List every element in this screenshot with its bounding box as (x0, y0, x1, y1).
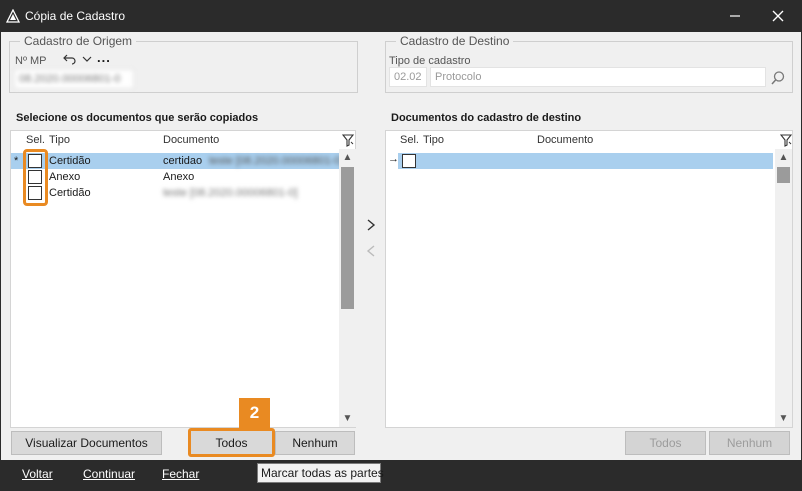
scroll-down-icon[interactable]: ▼ (775, 410, 792, 427)
scroll-up-icon[interactable]: ▲ (339, 149, 356, 166)
voltar-link[interactable]: Voltar (22, 467, 53, 481)
scroll-up-icon[interactable]: ▲ (775, 149, 792, 166)
undo-button[interactable] (63, 52, 77, 66)
close-button[interactable] (758, 0, 798, 32)
chevron-left-icon (366, 245, 375, 257)
tipo-code-field[interactable]: 02.02 (389, 67, 427, 87)
row-checkbox[interactable] (402, 154, 416, 168)
col-sel: Sel. (26, 134, 45, 146)
col-tipo: Tipo (423, 134, 444, 146)
tipo-cadastro-label: Tipo de cadastro (389, 55, 471, 67)
move-right-button[interactable] (363, 218, 379, 234)
mp-label: Nº MP (15, 55, 47, 67)
destination-grid-header: Sel. Tipo Documento (386, 131, 792, 149)
filter-icon[interactable] (342, 134, 354, 147)
scroll-thumb[interactable] (341, 167, 354, 309)
filter-icon[interactable] (780, 134, 792, 147)
app-logo-icon (6, 9, 20, 23)
table-row[interactable]: Anexo Anexo (11, 169, 339, 185)
tipo-name-field[interactable]: Protocolo (430, 67, 766, 87)
table-row[interactable]: * Certidão certidao teste [08.2020.00006… (11, 153, 344, 169)
row-tipo: Certidão (49, 187, 91, 199)
move-left-button[interactable] (363, 244, 379, 260)
destino-legend: Cadastro de Destino (396, 34, 514, 48)
table-row[interactable] (398, 153, 773, 169)
minimize-icon (730, 15, 740, 17)
window-title: Cópia de Cadastro (25, 9, 126, 23)
row-marker: → (388, 153, 399, 165)
right-panel-title: Documentos do cadastro de destino (391, 112, 582, 124)
chevron-down-icon (82, 56, 92, 62)
visualizar-documentos-button[interactable]: Visualizar Documentos (11, 431, 162, 455)
scroll-down-icon[interactable]: ▼ (339, 410, 356, 427)
checkbox-highlight (23, 149, 48, 206)
source-grid-scrollbar[interactable]: ▲ ▼ (339, 149, 356, 427)
row-tipo: Certidão (49, 155, 91, 167)
footer-bar: Voltar Continuar Fechar (0, 460, 802, 491)
left-panel-title: Selecione os documentos que serão copiad… (16, 112, 259, 124)
select-none-button[interactable]: Nenhum (275, 431, 355, 455)
row-marker: * (14, 155, 19, 167)
undo-icon (63, 54, 76, 65)
row-documento: Anexo (163, 171, 195, 183)
fechar-link[interactable]: Fechar (162, 467, 199, 481)
row-documento-extra: teste [08.2020.00006801-0] (163, 187, 298, 199)
step-badge: 2 (239, 398, 270, 428)
row-documento: certidao (163, 155, 203, 167)
more-options-button[interactable]: ... (97, 50, 111, 65)
select-all-button[interactable]: Todos (188, 428, 275, 457)
destination-select-all-button[interactable]: Todos (625, 431, 706, 455)
tooltip: Marcar todas as partes (257, 463, 384, 483)
origem-legend: Cadastro de Origem (20, 34, 137, 48)
table-row[interactable]: Certidão teste [08.2020.00006801-0] (11, 185, 339, 201)
source-documents-grid: Sel. Tipo Documento * Certidão certidao … (10, 130, 356, 428)
close-icon (772, 10, 784, 22)
col-tipo: Tipo (49, 134, 70, 146)
col-documento: Documento (163, 134, 220, 146)
dialog-body: Cadastro de Origem Nº MP ... 08.2020.000… (1, 32, 801, 460)
source-grid-header: Sel. Tipo Documento (11, 131, 355, 149)
destination-grid-scrollbar[interactable]: ▲ ▼ (775, 149, 792, 427)
mp-number-field[interactable]: 08.2020.00006801-0 (14, 69, 134, 89)
continuar-link[interactable]: Continuar (83, 467, 135, 481)
minimize-button[interactable] (715, 0, 755, 32)
search-button[interactable] (770, 70, 786, 86)
dropdown-button[interactable] (81, 53, 93, 65)
row-documento-extra: teste [08.2020.00006801-0] (209, 155, 344, 167)
scroll-thumb[interactable] (777, 167, 790, 183)
title-bar: Cópia de Cadastro (0, 0, 802, 32)
destination-select-none-button[interactable]: Nenhum (709, 431, 790, 455)
col-documento: Documento (537, 134, 594, 146)
destination-documents-grid: Sel. Tipo Documento → ▲ ▼ (385, 130, 793, 428)
search-icon (771, 71, 785, 85)
chevron-right-icon (367, 219, 376, 231)
col-sel: Sel. (400, 134, 419, 146)
row-tipo: Anexo (49, 171, 81, 183)
